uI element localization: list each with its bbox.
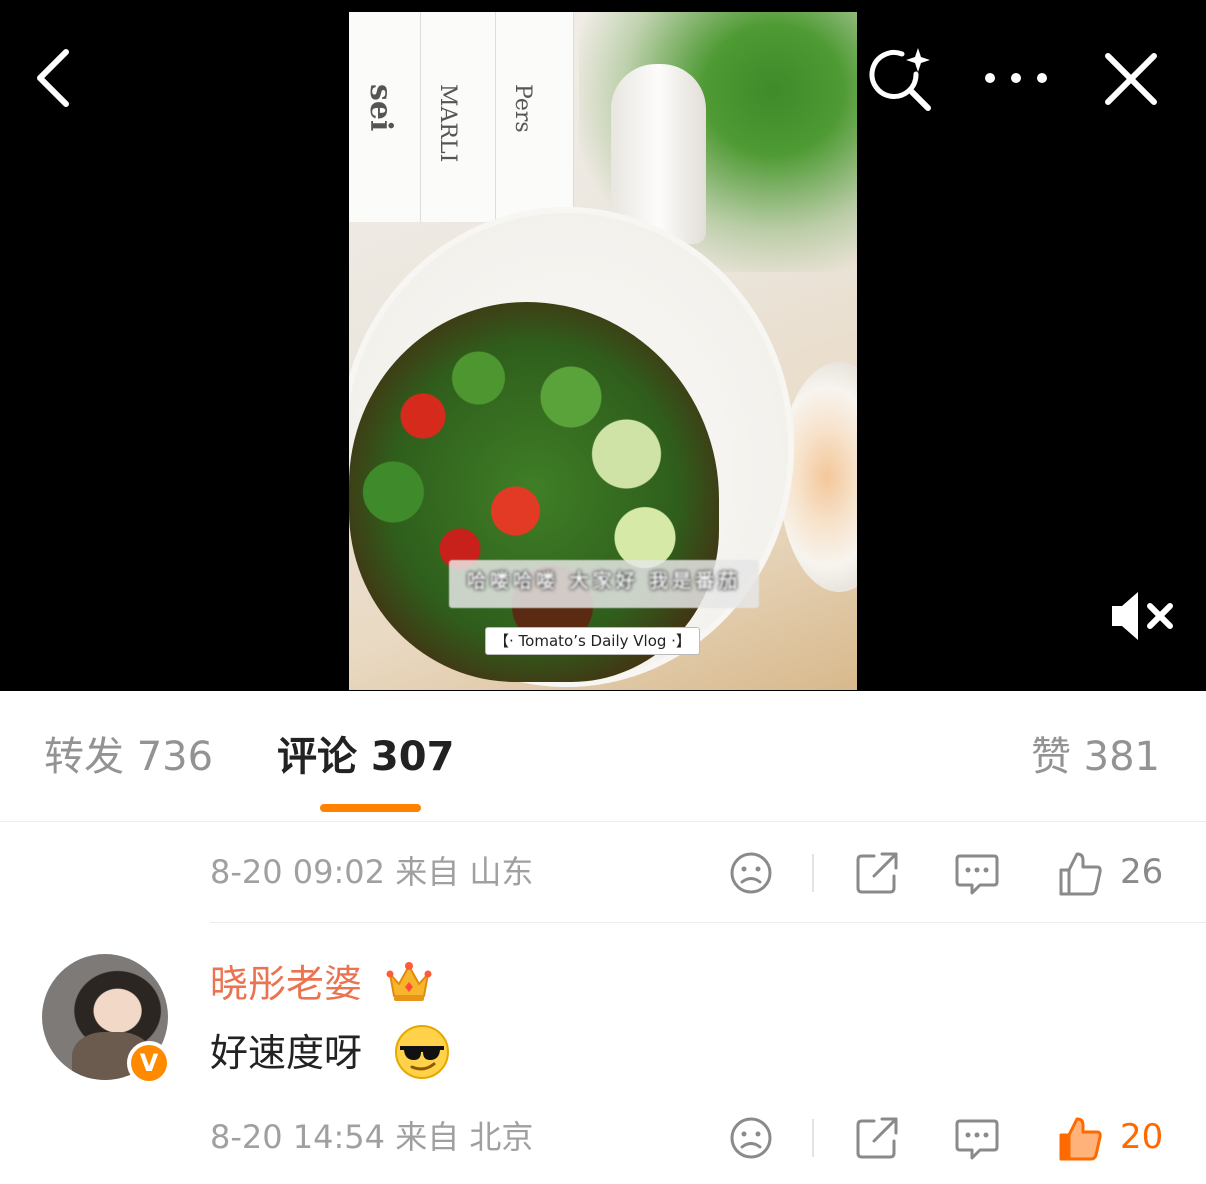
interaction-tabs: 转发 736 评论 307 赞 381	[0, 691, 1206, 822]
dislike-icon	[730, 852, 772, 894]
back-icon	[37, 49, 69, 107]
video-subtitle: 哈喽哈喽 大家好 我是番茄	[449, 560, 759, 608]
book-spine-text: MARLI	[435, 84, 460, 163]
sunglasses-emoji-icon	[394, 1024, 450, 1080]
more-icon	[985, 73, 1047, 83]
like-button[interactable]	[1055, 848, 1105, 898]
comment-timestamp-location: 8-20 09:02 来自 山东	[210, 853, 534, 891]
book: MARLI	[421, 12, 496, 222]
share-button[interactable]	[852, 1113, 902, 1163]
like-button[interactable]	[1055, 1113, 1105, 1163]
tab-like[interactable]: 赞 381	[1031, 733, 1160, 781]
verified-badge: V	[127, 1041, 171, 1085]
book: Pers	[496, 12, 574, 222]
dislike-icon	[730, 1117, 772, 1159]
like-icon	[1059, 852, 1102, 896]
comment-username[interactable]: 晓彤老婆	[210, 960, 362, 1008]
mute-toggle[interactable]	[1108, 588, 1178, 644]
dislike-button[interactable]	[726, 1113, 776, 1163]
active-tab-indicator	[320, 804, 421, 812]
reply-icon	[955, 1119, 999, 1160]
reply-button[interactable]	[952, 1113, 1002, 1163]
dislike-button[interactable]	[726, 848, 776, 898]
share-icon	[856, 852, 898, 894]
like-count: 26	[1120, 852, 1164, 892]
share-icon	[856, 1117, 898, 1159]
reply-button[interactable]	[952, 848, 1002, 898]
share-button[interactable]	[852, 848, 902, 898]
divider	[812, 854, 814, 892]
mute-icon	[1112, 592, 1173, 640]
book: sei	[349, 12, 421, 222]
close-button[interactable]	[1100, 48, 1162, 110]
comment-meta-row: 8-20 09:02 来自 山东 26	[210, 838, 1206, 908]
comment-timestamp-location: 8-20 14:54 来自 北京	[210, 1118, 534, 1156]
vlog-tag: 【· Tomato’s Daily Vlog ·】	[485, 627, 700, 655]
image-search-button[interactable]	[866, 44, 938, 116]
like-icon	[1059, 1117, 1102, 1161]
comment-meta-row: 8-20 14:54 来自 北京 20	[210, 1103, 1206, 1173]
video-player[interactable]: sei MARLI Pers 哈喽哈喽 大家好 我是番茄 【· Tomato’s…	[0, 0, 1206, 691]
books-decoration: sei MARLI Pers	[349, 12, 574, 232]
video-frame[interactable]: sei MARLI Pers 哈喽哈喽 大家好 我是番茄 【· Tomato’s…	[349, 12, 857, 690]
crown-icon	[386, 960, 432, 1004]
comment-text: 好速度呀	[210, 1031, 363, 1075]
like-count: 20	[1120, 1117, 1164, 1157]
more-button[interactable]	[980, 52, 1052, 104]
book-spine-text: Pers	[510, 84, 535, 133]
back-button[interactable]	[28, 48, 80, 108]
subtitle-text: 哈喽哈喽 大家好 我是番茄	[467, 570, 742, 592]
reply-icon	[955, 854, 999, 895]
divider	[812, 1119, 814, 1157]
tab-repost[interactable]: 转发 736	[44, 733, 213, 781]
comment-divider	[210, 922, 1206, 923]
image-search-icon	[869, 48, 931, 111]
tab-comment[interactable]: 评论 307	[277, 733, 454, 781]
book-spine-text: sei	[363, 84, 398, 132]
close-icon	[1105, 53, 1157, 105]
